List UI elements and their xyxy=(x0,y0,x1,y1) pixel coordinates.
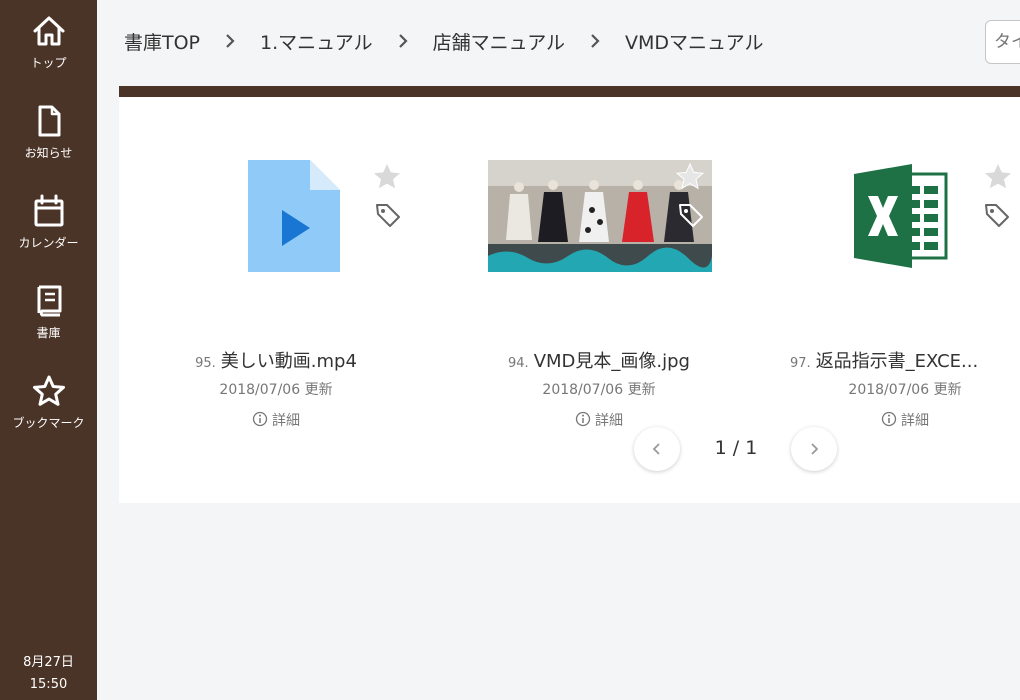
info-icon xyxy=(252,411,268,427)
favorite-star-icon[interactable] xyxy=(372,162,402,192)
file-updated-date: 2018/07/06 更新 xyxy=(542,382,656,398)
clock-date: 8月27日 xyxy=(23,655,74,670)
file-grid: 95. 美しい動画.mp4 2018/07/06 更新 詳細 94. VMD見本… xyxy=(119,97,1020,503)
file-name-text: 美しい動画.mp4 xyxy=(220,351,357,372)
sidebar-item-calendar[interactable]: カレンダー xyxy=(0,194,97,251)
prev-page-button[interactable] xyxy=(634,427,680,471)
tag-icon[interactable] xyxy=(374,201,402,229)
sidebar-item-top[interactable]: トップ xyxy=(0,14,97,71)
file-number: 95. xyxy=(195,356,216,371)
sidebar-item-library[interactable]: 書庫 xyxy=(0,284,97,341)
breadcrumb-item-library-top[interactable]: 書庫TOP xyxy=(124,28,200,55)
home-icon xyxy=(33,16,64,46)
breadcrumb-item-store-manual[interactable]: 店舗マニュアル xyxy=(433,28,565,55)
tag-icon[interactable] xyxy=(677,201,705,229)
sidebar-item-label: 書庫 xyxy=(36,326,61,340)
sidebar: トップ お知らせ カレンダー 書庫 ブックマーク 8月27日 15:50 xyxy=(0,0,97,700)
chevron-right-icon xyxy=(811,443,819,455)
sidebar-item-news[interactable]: お知らせ xyxy=(0,104,97,161)
sidebar-item-label: お知らせ xyxy=(24,146,73,160)
book-icon xyxy=(37,285,61,317)
chevron-right-icon xyxy=(591,34,600,48)
info-icon xyxy=(881,411,897,427)
pagination: 1 / 1 xyxy=(119,427,1020,471)
file-name-text: VMD見本_画像.jpg xyxy=(533,351,690,372)
tag-icon[interactable] xyxy=(983,201,1011,229)
header: 書庫TOP 1.マニュアル 店舗マニュアル VMDマニュアル xyxy=(97,0,1020,84)
favorite-star-icon[interactable] xyxy=(675,162,705,192)
favorite-star-icon[interactable] xyxy=(983,162,1013,192)
chevron-left-icon xyxy=(652,443,660,455)
file-updated-date: 2018/07/06 更新 xyxy=(219,382,333,398)
document-icon xyxy=(38,105,60,137)
accent-bar xyxy=(119,86,1020,97)
breadcrumb-item-manual[interactable]: 1.マニュアル xyxy=(260,28,373,55)
breadcrumb-item-vmd-manual: VMDマニュアル xyxy=(625,31,764,54)
video-file-icon xyxy=(248,160,340,272)
calendar-icon xyxy=(34,194,63,227)
clock-time: 15:50 xyxy=(29,677,68,692)
file-updated-date: 2018/07/06 更新 xyxy=(848,382,962,398)
file-number: 97. xyxy=(790,356,811,371)
file-name: 94. VMD見本_画像.jpg xyxy=(459,347,739,373)
chevron-right-icon xyxy=(398,34,408,48)
sidebar-item-label: カレンダー xyxy=(18,236,79,250)
clock: 8月27日 15:50 xyxy=(0,652,97,696)
next-page-button[interactable] xyxy=(791,427,837,471)
sidebar-item-bookmark[interactable]: ブックマーク xyxy=(0,374,97,431)
star-icon xyxy=(32,375,65,406)
page-indicator: 1 / 1 xyxy=(714,437,758,459)
chevron-right-icon xyxy=(226,34,235,48)
excel-file-icon xyxy=(854,164,948,268)
file-name-text: 返品指示書_EXCE... xyxy=(815,351,979,372)
sidebar-item-label: ブックマーク xyxy=(12,416,85,430)
file-number: 94. xyxy=(508,356,529,371)
file-name: 97. 返品指示書_EXCE... xyxy=(790,347,1020,373)
file-name: 95. 美しい動画.mp4 xyxy=(136,347,416,373)
breadcrumb: 書庫TOP 1.マニュアル 店舗マニュアル VMDマニュアル xyxy=(124,27,763,55)
search-input[interactable] xyxy=(985,20,1020,64)
sidebar-item-label: トップ xyxy=(30,56,67,70)
info-icon xyxy=(575,411,591,427)
